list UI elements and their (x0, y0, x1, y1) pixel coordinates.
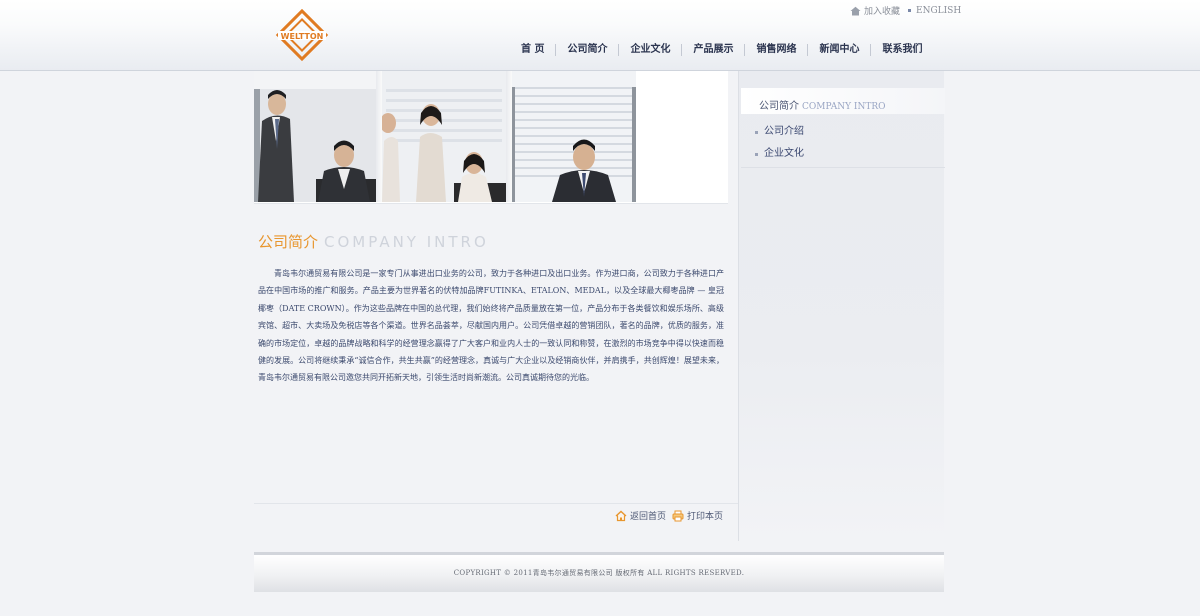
nav-company-intro[interactable]: 公司简介 (556, 44, 618, 56)
business-people-photo-3 (512, 71, 636, 202)
page-title-en: COMPANY INTRO (324, 233, 489, 251)
sidebar-divider (741, 167, 945, 168)
top-links: 加入收藏 ENGLISH (850, 4, 961, 17)
add-favorite-link[interactable]: 加入收藏 (850, 4, 900, 17)
home-icon (615, 510, 627, 521)
print-page-label: 打印本页 (687, 512, 724, 522)
sidebar-menu: 公司介绍 企业文化 (755, 121, 804, 165)
sidebar: 公司简介 COMPANY INTRO 公司介绍 企业文化 (738, 71, 945, 541)
sidebar-header: 公司简介 COMPANY INTRO (741, 88, 945, 114)
bullet-icon (755, 152, 758, 156)
page-title: 公司简介 COMPANY INTRO (258, 231, 489, 252)
business-people-photo-2 (382, 71, 506, 202)
header: WELTTON 加入收藏 ENGLISH 首 页 公司简介 企业文化 产品展示 … (0, 0, 1200, 71)
nav-contact[interactable]: 联系我们 (871, 44, 933, 56)
sidebar-item-label: 公司介绍 (764, 126, 804, 137)
main-nav: 首 页 公司简介 企业文化 产品展示 销售网络 新闻中心 联系我们 (510, 44, 933, 56)
back-home-label: 返回首页 (630, 512, 667, 522)
sidebar-item-culture[interactable]: 企业文化 (755, 143, 804, 165)
sidebar-item-label: 企业文化 (764, 148, 804, 159)
house-icon (850, 6, 861, 15)
nav-home[interactable]: 首 页 (510, 44, 555, 56)
footer: COPYRIGHT © 2011青岛韦尔通贸易有限公司 版权所有 ALL RIG… (254, 552, 944, 592)
nav-culture[interactable]: 企业文化 (619, 44, 681, 56)
back-home-link[interactable]: 返回首页 (615, 509, 666, 522)
nav-news[interactable]: 新闻中心 (808, 44, 870, 56)
banner-photos (254, 71, 728, 204)
bullet-icon (908, 9, 912, 12)
sidebar-title-en: COMPANY INTRO (802, 102, 886, 112)
add-favorite-label: 加入收藏 (864, 7, 901, 17)
copyright-text: COPYRIGHT © 2011青岛韦尔通贸易有限公司 版权所有 ALL RIG… (453, 569, 745, 577)
sidebar-title-cn: 公司简介 (759, 101, 799, 112)
nav-products[interactable]: 产品展示 (682, 44, 744, 56)
weltton-logo[interactable]: WELTTON (272, 8, 332, 63)
business-people-photo-1 (254, 71, 376, 202)
printer-icon (672, 510, 684, 521)
nav-sales-network[interactable]: 销售网络 (745, 44, 807, 56)
page-title-cn: 公司简介 (258, 233, 319, 251)
sidebar-item-company-profile[interactable]: 公司介绍 (755, 121, 804, 143)
english-link[interactable]: ENGLISH (916, 6, 961, 16)
main-content: 公司简介 COMPANY INTRO 青岛韦尔通贸易有限公司是一家专门从事进出口业… (254, 204, 738, 504)
bullet-icon (755, 130, 758, 134)
page-actions: 返回首页 打印本页 (254, 503, 738, 527)
sidebar-title: 公司简介 COMPANY INTRO (759, 94, 885, 113)
logo-text: WELTTON (281, 32, 324, 41)
company-intro-text: 青岛韦尔通贸易有限公司是一家专门从事进出口业务的公司，致力于各种进口及出口业务。… (258, 269, 724, 383)
print-page-link[interactable]: 打印本页 (672, 509, 723, 522)
